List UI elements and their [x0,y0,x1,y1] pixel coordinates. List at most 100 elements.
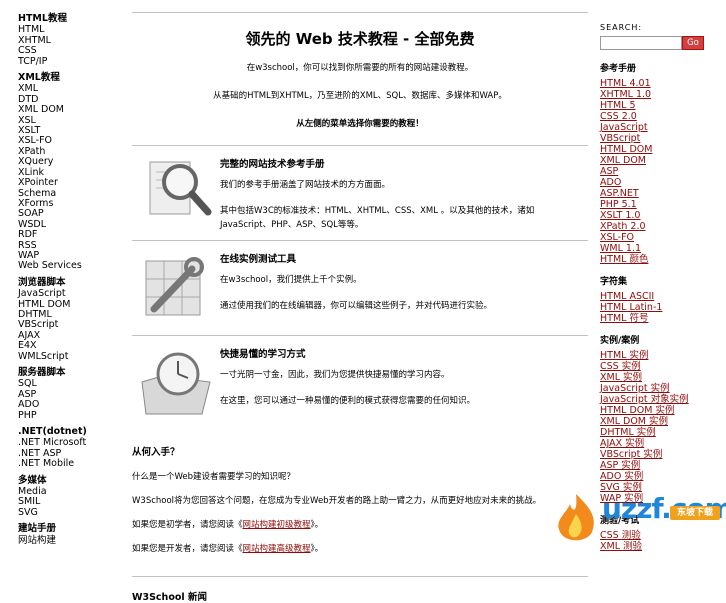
reference-link[interactable]: HTML DOM [600,144,710,155]
feature-text: 通过使用我们的在线编辑器，你可以编辑这些例子，并对代码进行实验。 [220,301,493,311]
search-row: Go [600,36,710,52]
search-label: SEARCH: [600,23,643,32]
reference-link[interactable]: HTML ASCII [600,291,710,302]
right-navigation: SEARCH: Go 参考手册 HTML 4.01 XHTML 1.0 HTML 5C… [600,22,710,552]
nav-group: HTML教程 HTML XHTML CSS TCP/IP [18,13,118,67]
feature-title: 快捷易懂的学习方式 [220,349,306,360]
feature-title: 在线实例测试工具 [220,254,297,265]
reference-link[interactable]: XSL-FO [600,232,710,243]
nav-link[interactable]: JavaScript [18,288,118,299]
clock-folder-icon [136,342,216,422]
nav-link[interactable]: TCP/IP [18,56,118,67]
reference-link[interactable]: ADO 实例 [600,471,710,482]
nav-group-title: 浏览器脚本 [18,276,66,288]
reference-link[interactable]: XSLT 1.0 [600,210,710,221]
reference-link[interactable]: HTML 符号 [600,313,710,324]
reference-link[interactable]: CSS 2.0 [600,111,710,122]
nav-group-title: .NET(dotnet) [18,426,87,438]
feature-learning: 快捷易懂的学习方式 一寸光阴一寸金，因此，我们为您提供快捷易懂的学习内容。 在这… [132,335,588,430]
reference-group-title: 参考手册 [600,64,637,74]
nav-group-title: 多媒体 [18,474,47,486]
reference-link[interactable]: HTML DOM 实例 [600,405,710,416]
beginner-tutorial-link[interactable]: 网站构建初级教程 [243,520,311,530]
left-navigation: HTML教程 HTML XHTML CSS TCP/IP XML教程 XML DTD XML D… [18,13,118,552]
nav-group-title: HTML教程 [18,13,67,24]
reference-group: 字符集 HTML ASCII HTML Latin-1 HTML 符号 [600,277,710,324]
feature-text: 在w3school，我们提供上千个实例。 [220,275,362,285]
reference-link[interactable]: JavaScript 实例 [600,383,710,394]
nav-group-title: 建站手册 [18,523,57,535]
reference-link[interactable]: HTML 5 [600,100,710,111]
page-title: 领先的 Web 技术教程 - 全部免费 [245,30,475,48]
reference-link[interactable]: ADO [600,177,710,188]
reference-link[interactable]: HTML Latin-1 [600,302,710,313]
reference-link[interactable]: VBScript [600,133,710,144]
nav-link[interactable]: PHP [18,410,118,421]
nav-group: XML教程 XML DTD XML DOM XSL XSLT XSL-FO XPath XQue… [18,72,118,272]
feature-text: 在这里，您可以通过一种易懂的便利的模式获得您需要的任何知识。 [220,396,476,406]
reference-link[interactable]: VBScript 实例 [600,449,710,460]
paragraph: 什么是一个Web建设者需要学习的知识呢？ [132,472,296,482]
site-watermark: uzzf.com 东坡下载 [548,490,726,546]
reference-link[interactable]: PHP 5.1 [600,199,710,210]
reference-link[interactable]: XPath 2.0 [600,221,710,232]
main-content: 领先的 Web 技术教程 - 全部免费 在w3school，你可以找到你所需要的… [132,12,588,603]
feature-text: 我们的参考手册涵盖了网站技术的方方面面。 [220,180,391,190]
feature-text: 一寸光阴一寸金，因此，我们为您提供快捷易懂的学习内容。 [220,370,450,380]
search-input[interactable] [600,36,682,50]
nav-group-title: XML教程 [18,72,60,84]
reference-link[interactable]: HTML 4.01 [600,78,710,89]
flame-logo-icon [558,494,594,541]
intro-text-2: 从基础的HTML到XHTML，乃至进阶的XML、SQL、数据库、多媒体和WAP。 [213,91,507,101]
feature-tools: 在线实例测试工具 在w3school，我们提供上千个实例。 通过使用我们的在线编… [132,240,588,335]
nav-group: 多媒体 Media SMIL SVG [18,474,118,519]
reference-link[interactable]: ASP 实例 [600,460,710,471]
advanced-tutorial-link[interactable]: 网站构建高级教程 [243,544,311,554]
search-go-button[interactable]: Go [682,36,704,50]
nav-link[interactable]: SVG [18,507,118,518]
intro-text-1: 在w3school，你可以找到你所需要的所有的网站建设教程。 [246,63,474,73]
reference-link[interactable]: HTML 颜色 [600,254,710,265]
reference-group: 参考手册 HTML 4.01 XHTML 1.0 HTML 5 CSS 2.0 JavaS… [600,64,710,265]
reference-link[interactable]: DHTML 实例 [600,427,710,438]
feature-text: 其中包括W3C的标准技术：HTML、XHTML、CSS、XML 。以及其他的技术… [220,206,535,230]
nav-link[interactable]: RDF [18,229,118,240]
nav-link[interactable]: XPointer [18,177,118,188]
reference-link[interactable]: JavaScript [600,122,710,133]
reference-group: 实例/案例 HTML 实例 CSS 实例 XML 实例 JavaScript 实例 Jav… [600,336,710,504]
reference-link[interactable]: AJAX 实例 [600,438,710,449]
paragraph: W3School将为您回答这个问题，在您成为专业Web开发者的路上助一臂之力，从… [132,496,542,506]
reference-link[interactable]: ASP.NET [600,188,710,199]
news-heading: W3School 新闻 [132,576,588,603]
reference-link[interactable]: CSS 实例 [600,361,710,372]
magnifier-document-icon [136,152,216,232]
reference-group-title: 字符集 [600,277,628,287]
reference-links: 参考手册 HTML 4.01 XHTML 1.0 HTML 5 CSS 2.0 JavaS… [600,64,710,552]
paragraph: 如果您是开发者，请您阅读《网站构建高级教程》。 [132,544,324,554]
getting-started-section: 从何入手？ 什么是一个Web建设者需要学习的知识呢？ W3School将为您回答… [132,444,588,554]
section-heading: 从何入手？ [132,447,180,458]
reference-link[interactable]: ASP [600,166,710,177]
reference-link[interactable]: WML 1.1 [600,243,710,254]
reference-link[interactable]: JavaScript 对象实例 [600,394,710,405]
intro-text-3: 从左侧的菜单选择你需要的教程！ [296,119,424,129]
intro-section: 领先的 Web 技术教程 - 全部免费 在w3school，你可以找到你所需要的… [132,28,588,129]
reference-link[interactable]: XHTML 1.0 [600,89,710,100]
watermark-badge: 东坡下载 [670,506,720,520]
reference-link[interactable]: XML DOM 实例 [600,416,710,427]
reference-group-title: 实例/案例 [600,336,640,346]
nav-link[interactable]: Web Services [18,260,118,271]
top-divider [132,12,588,13]
nav-link[interactable]: 网站构建 [18,535,118,546]
reference-link[interactable]: XML 实例 [600,372,710,383]
nav-group: 浏览器脚本 JavaScript HTML DOM DHTML VBScript AJAX… [18,276,118,362]
nav-group: 服务器脚本 SQL ASP ADO PHP [18,367,118,421]
nav-link[interactable]: WMLScript [18,351,118,362]
reference-link[interactable]: XML DOM [600,155,710,166]
nav-link[interactable]: .NET Mobile [18,458,118,469]
feature-reference: 完整的网站技术参考手册 我们的参考手册涵盖了网站技术的方方面面。 其中包括W3C… [132,145,588,240]
paragraph: 如果您是初学者，请您阅读《网站构建初级教程》。 [132,520,324,530]
feature-title: 完整的网站技术参考手册 [220,159,325,170]
nav-group-title: 服务器脚本 [18,367,66,378]
reference-link[interactable]: HTML 实例 [600,350,710,361]
